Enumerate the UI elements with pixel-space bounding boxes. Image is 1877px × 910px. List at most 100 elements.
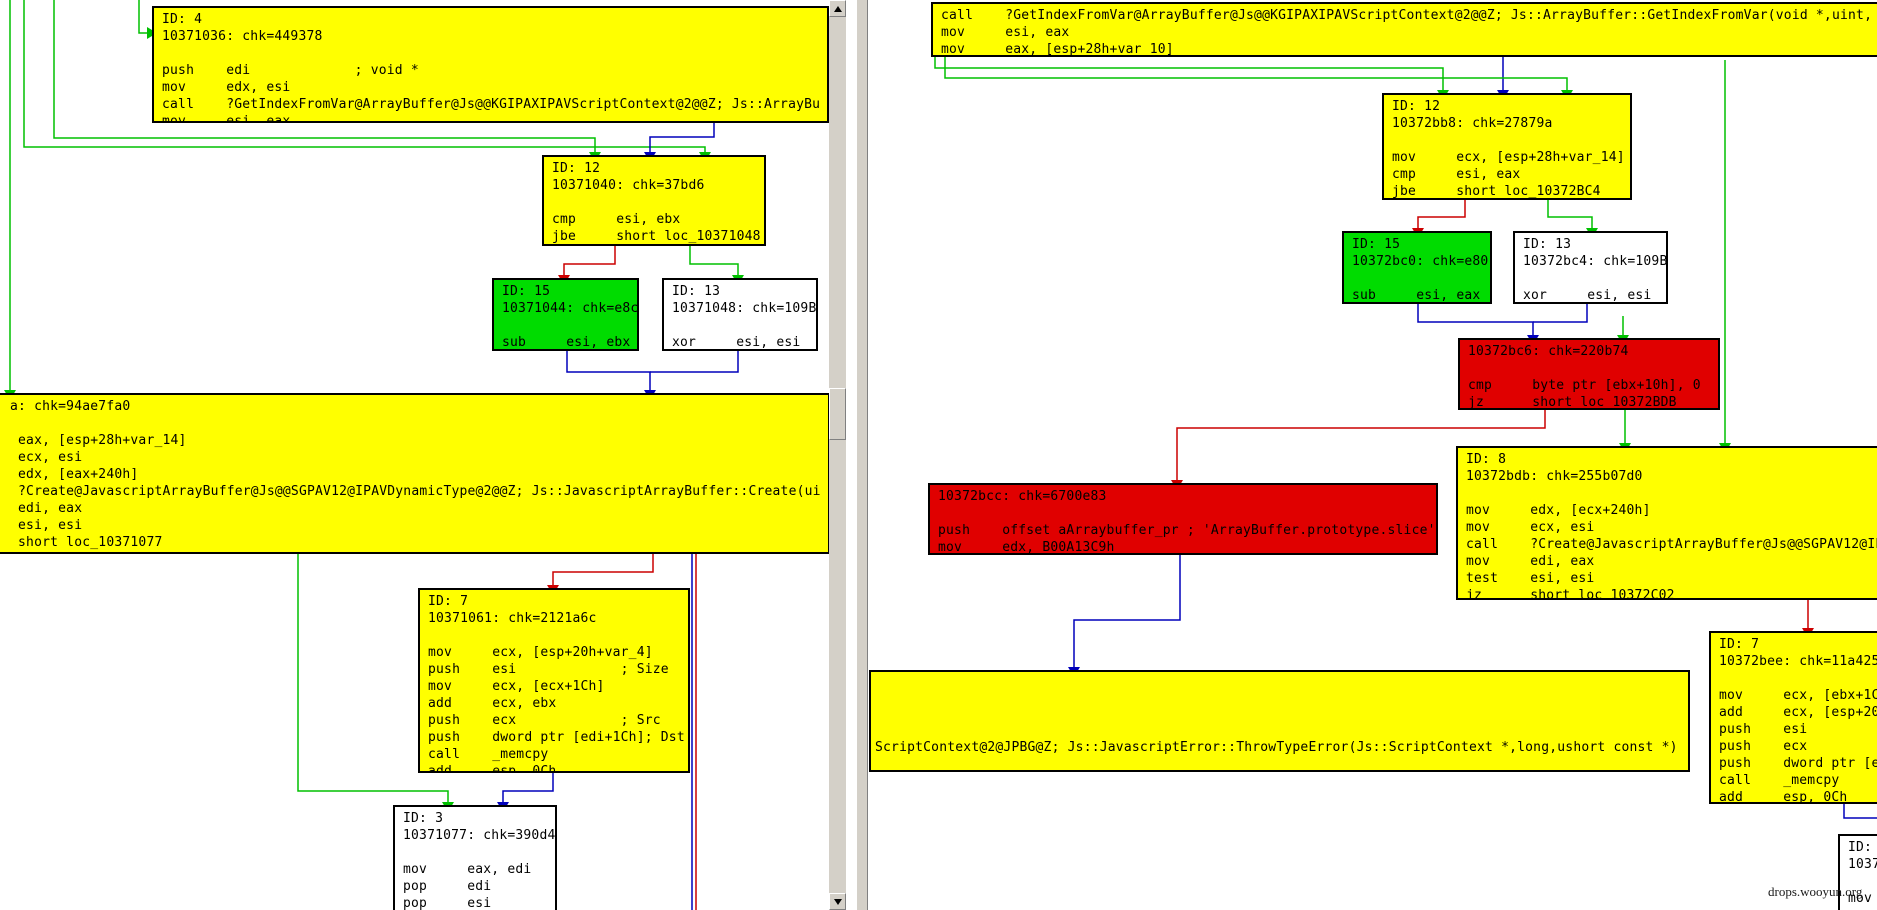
asm-line: call ?GetIndexFromVar@ArrayBuffer@Js@@KG… [162,96,827,113]
asm-line: mov esi, eax [941,24,1877,41]
block-right-id13[interactable]: ID: 1310372bc4: chk=109Bxor esi, esi [1513,231,1668,304]
flow-edge-blue [567,351,650,391]
asm-line: ID: 15 [502,283,637,300]
asm-line [1392,132,1630,149]
block-right-throw-wide[interactable]: ScriptContext@2@JPBG@Z; Js::JavascriptEr… [869,670,1690,772]
block-left-id7[interactable]: ID: 710371061: chk=2121a6cmov ecx, [esp+… [418,588,690,773]
asm-line: add esp, 0Ch [428,763,688,773]
asm-line: mov ecx, [ecx+1Ch] [428,678,688,695]
flow-edge-green [1548,200,1592,229]
asm-line: ScriptContext@2@JPBG@Z; Js::JavascriptEr… [875,739,1688,756]
asm-line: a: chk=94ae7fa0 [10,398,828,415]
block-right-top[interactable]: call ?GetIndexFromVar@ArrayBuffer@Js@@KG… [931,2,1877,57]
asm-line: cmp esi, ebx [552,211,764,228]
asm-line: mov ecx, esi [1466,519,1877,536]
asm-line: 10372bc4: chk=109B [1523,253,1666,270]
asm-line: push ecx ; Src [428,712,688,729]
flow-edge-blue [650,351,738,372]
asm-line [162,45,827,62]
asm-line: ecx, esi [10,449,828,466]
asm-line: mov esi, eax [162,113,827,123]
flow-edge-blue [503,773,553,803]
asm-line: jz short loc_10372C02 [1466,587,1877,600]
asm-line: 10372bcc: chk=6700e83 [938,488,1436,505]
asm-line: eax, [esp+28h+var_14] [10,432,828,449]
block-right-id8[interactable]: ID: 810372bdb: chk=255b07d0mov edx, [ecx… [1456,446,1877,600]
asm-line: sub esi, ebx [502,334,637,351]
block-right-id7[interactable]: ID: 710372bee: chk=11a425e mov ecx, [ebx+… [1709,631,1877,804]
block-left-id12[interactable]: ID: 1210371040: chk=37bd6cmp esi, ebxjbe… [542,155,766,246]
asm-line: ?Create@JavascriptArrayBuffer@Js@@SGPAV1… [10,483,828,500]
flow-edge-blue [1844,804,1877,818]
flow-edge-red [1418,200,1465,229]
asm-line: cmp esi, eax [1392,166,1630,183]
left-panel-scrollbar[interactable] [829,0,846,910]
asm-line: push dword ptr [edi+1Ch]; Dst [428,729,688,746]
asm-line [938,505,1436,522]
asm-line: ID: 15 [1352,236,1490,253]
asm-line: ID: 12 [552,160,764,177]
asm-line: 10371040: chk=37bd6 [552,177,764,194]
asm-line: ID: 8 [1466,451,1877,468]
asm-line: short loc_10371077 [10,534,828,551]
asm-line: edi, eax [10,500,828,517]
asm-line [10,415,828,432]
asm-line: pop esi [403,895,555,910]
scroll-down-button[interactable] [829,893,846,910]
block-left-id3[interactable]: ID: 310371077: chk=390d4mov eax, edipop … [393,805,557,910]
asm-line: jbe short loc_10372BC4 [1392,183,1630,200]
block-right-red2[interactable]: 10372bcc: chk=6700e83push offset aArrayb… [928,483,1438,555]
flow-edge-blue [1074,555,1180,668]
asm-line: add ecx, ebx [428,695,688,712]
asm-line: mov edx, B00A13C9h [938,539,1436,555]
asm-line: 10372bc0: chk=e80 [1352,253,1490,270]
asm-line: push edi ; void * [162,62,827,79]
asm-line: push ecx [1719,738,1877,755]
asm-line: mov edx, esi [162,79,827,96]
flow-edge-red [553,554,653,586]
asm-line: esi, esi [10,517,828,534]
block-left-id15[interactable]: ID: 1510371044: chk=e8csub esi, ebx [492,278,639,351]
asm-line: ID: 7 [1719,636,1877,653]
asm-line: ID: 4 [162,11,827,28]
panel-splitter[interactable] [856,0,868,910]
flow-edge-green [945,57,1567,91]
asm-line: xor esi, esi [672,334,816,351]
asm-line [502,317,637,334]
asm-line [875,688,1688,705]
asm-line [875,722,1688,739]
block-left-id13[interactable]: ID: 1310371048: chk=109Bxor esi, esi [662,278,818,351]
asm-line: ID: 12 [1392,98,1630,115]
asm-line: mov eax, edi [403,861,555,878]
asm-line: 10372bee: chk=11a425e [1719,653,1877,670]
scrollbar-thumb[interactable] [829,388,846,440]
asm-line: 10371036: chk=449378 [162,28,827,45]
block-right-red1[interactable]: 10372bc6: chk=220b74cmp byte ptr [ebx+10… [1458,338,1720,410]
asm-line [1719,670,1877,687]
asm-line: call _memcpy [428,746,688,763]
flow-edge-red [564,246,615,276]
flow-edge-green [690,246,738,276]
asm-line: 10371048: chk=109B [672,300,816,317]
flow-edge-blue [1418,304,1533,336]
block-left-block-a[interactable]: a: chk=94ae7fa0 eax, [esp+28h+var_14] ec… [0,393,830,554]
block-left-id4[interactable]: ID: 410371036: chk=449378 push edi ; void… [152,6,829,123]
block-right-id15[interactable]: ID: 1510372bc0: chk=e80sub esi, eax [1342,231,1492,304]
scroll-up-button[interactable] [829,0,846,17]
diff-graph-view: drops.wooyun.org ID: 410371036: chk=4493… [0,0,1877,910]
asm-line: test esi, esi [1466,570,1877,587]
asm-line: push dword ptr [edi [1719,755,1877,772]
block-right-id12[interactable]: ID: 1210372bb8: chk=27879amov ecx, [esp+… [1382,93,1632,200]
asm-line: ID: 7 [428,593,688,610]
asm-line [1523,270,1666,287]
asm-line: cmp byte ptr [ebx+10h], 0 [1468,377,1718,394]
asm-line: call ?Create@JavascriptArrayBuffer@Js@@S… [1466,536,1877,553]
asm-line: jz short loc_10372BDB [1468,394,1718,410]
asm-line: mov ecx, [ebx+1Ch] [1719,687,1877,704]
asm-line: mov ecx, [esp+28h+var_14] [1392,149,1630,166]
flow-edge-blue [1533,304,1587,322]
asm-line [1466,485,1877,502]
asm-line [875,705,1688,722]
flow-edge-green [139,0,148,33]
asm-line: mov eax, [esp+28h+var_10] [941,41,1877,57]
